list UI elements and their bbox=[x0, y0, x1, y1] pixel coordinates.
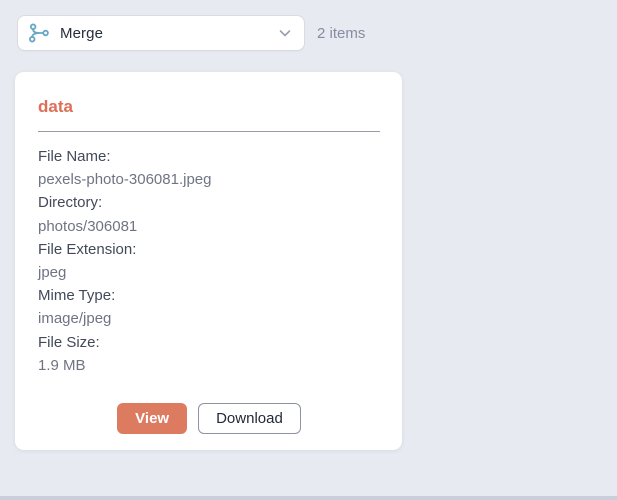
meta-value-directory: photos/306081 bbox=[38, 215, 380, 238]
divider bbox=[38, 131, 380, 132]
toolbar: Merge 2 items bbox=[17, 15, 365, 51]
node-type-select[interactable]: Merge bbox=[17, 15, 305, 51]
meta-label-mime-type: Mime Type: bbox=[38, 284, 380, 307]
file-metadata: File Name: pexels-photo-306081.jpeg Dire… bbox=[38, 145, 380, 377]
meta-value-file-extension: jpeg bbox=[38, 261, 380, 284]
merge-icon bbox=[28, 22, 50, 44]
download-button[interactable]: Download bbox=[198, 403, 301, 434]
bottom-strip bbox=[0, 496, 617, 500]
card-actions: View Download bbox=[38, 403, 380, 434]
meta-label-file-extension: File Extension: bbox=[38, 238, 380, 261]
meta-label-file-size: File Size: bbox=[38, 331, 380, 354]
items-count: 2 items bbox=[317, 25, 365, 42]
chevron-down-icon[interactable] bbox=[278, 26, 292, 40]
meta-value-mime-type: image/jpeg bbox=[38, 307, 380, 330]
meta-value-file-size: 1.9 MB bbox=[38, 354, 380, 377]
select-value-label: Merge bbox=[60, 25, 278, 42]
meta-label-directory: Directory: bbox=[38, 191, 380, 214]
meta-value-file-name: pexels-photo-306081.jpeg bbox=[38, 168, 380, 191]
card-title: data bbox=[38, 96, 380, 118]
data-card: data File Name: pexels-photo-306081.jpeg… bbox=[15, 72, 402, 450]
meta-label-file-name: File Name: bbox=[38, 145, 380, 168]
view-button[interactable]: View bbox=[117, 403, 187, 434]
screen: Merge 2 items data File Name: pexels-pho… bbox=[0, 0, 617, 500]
